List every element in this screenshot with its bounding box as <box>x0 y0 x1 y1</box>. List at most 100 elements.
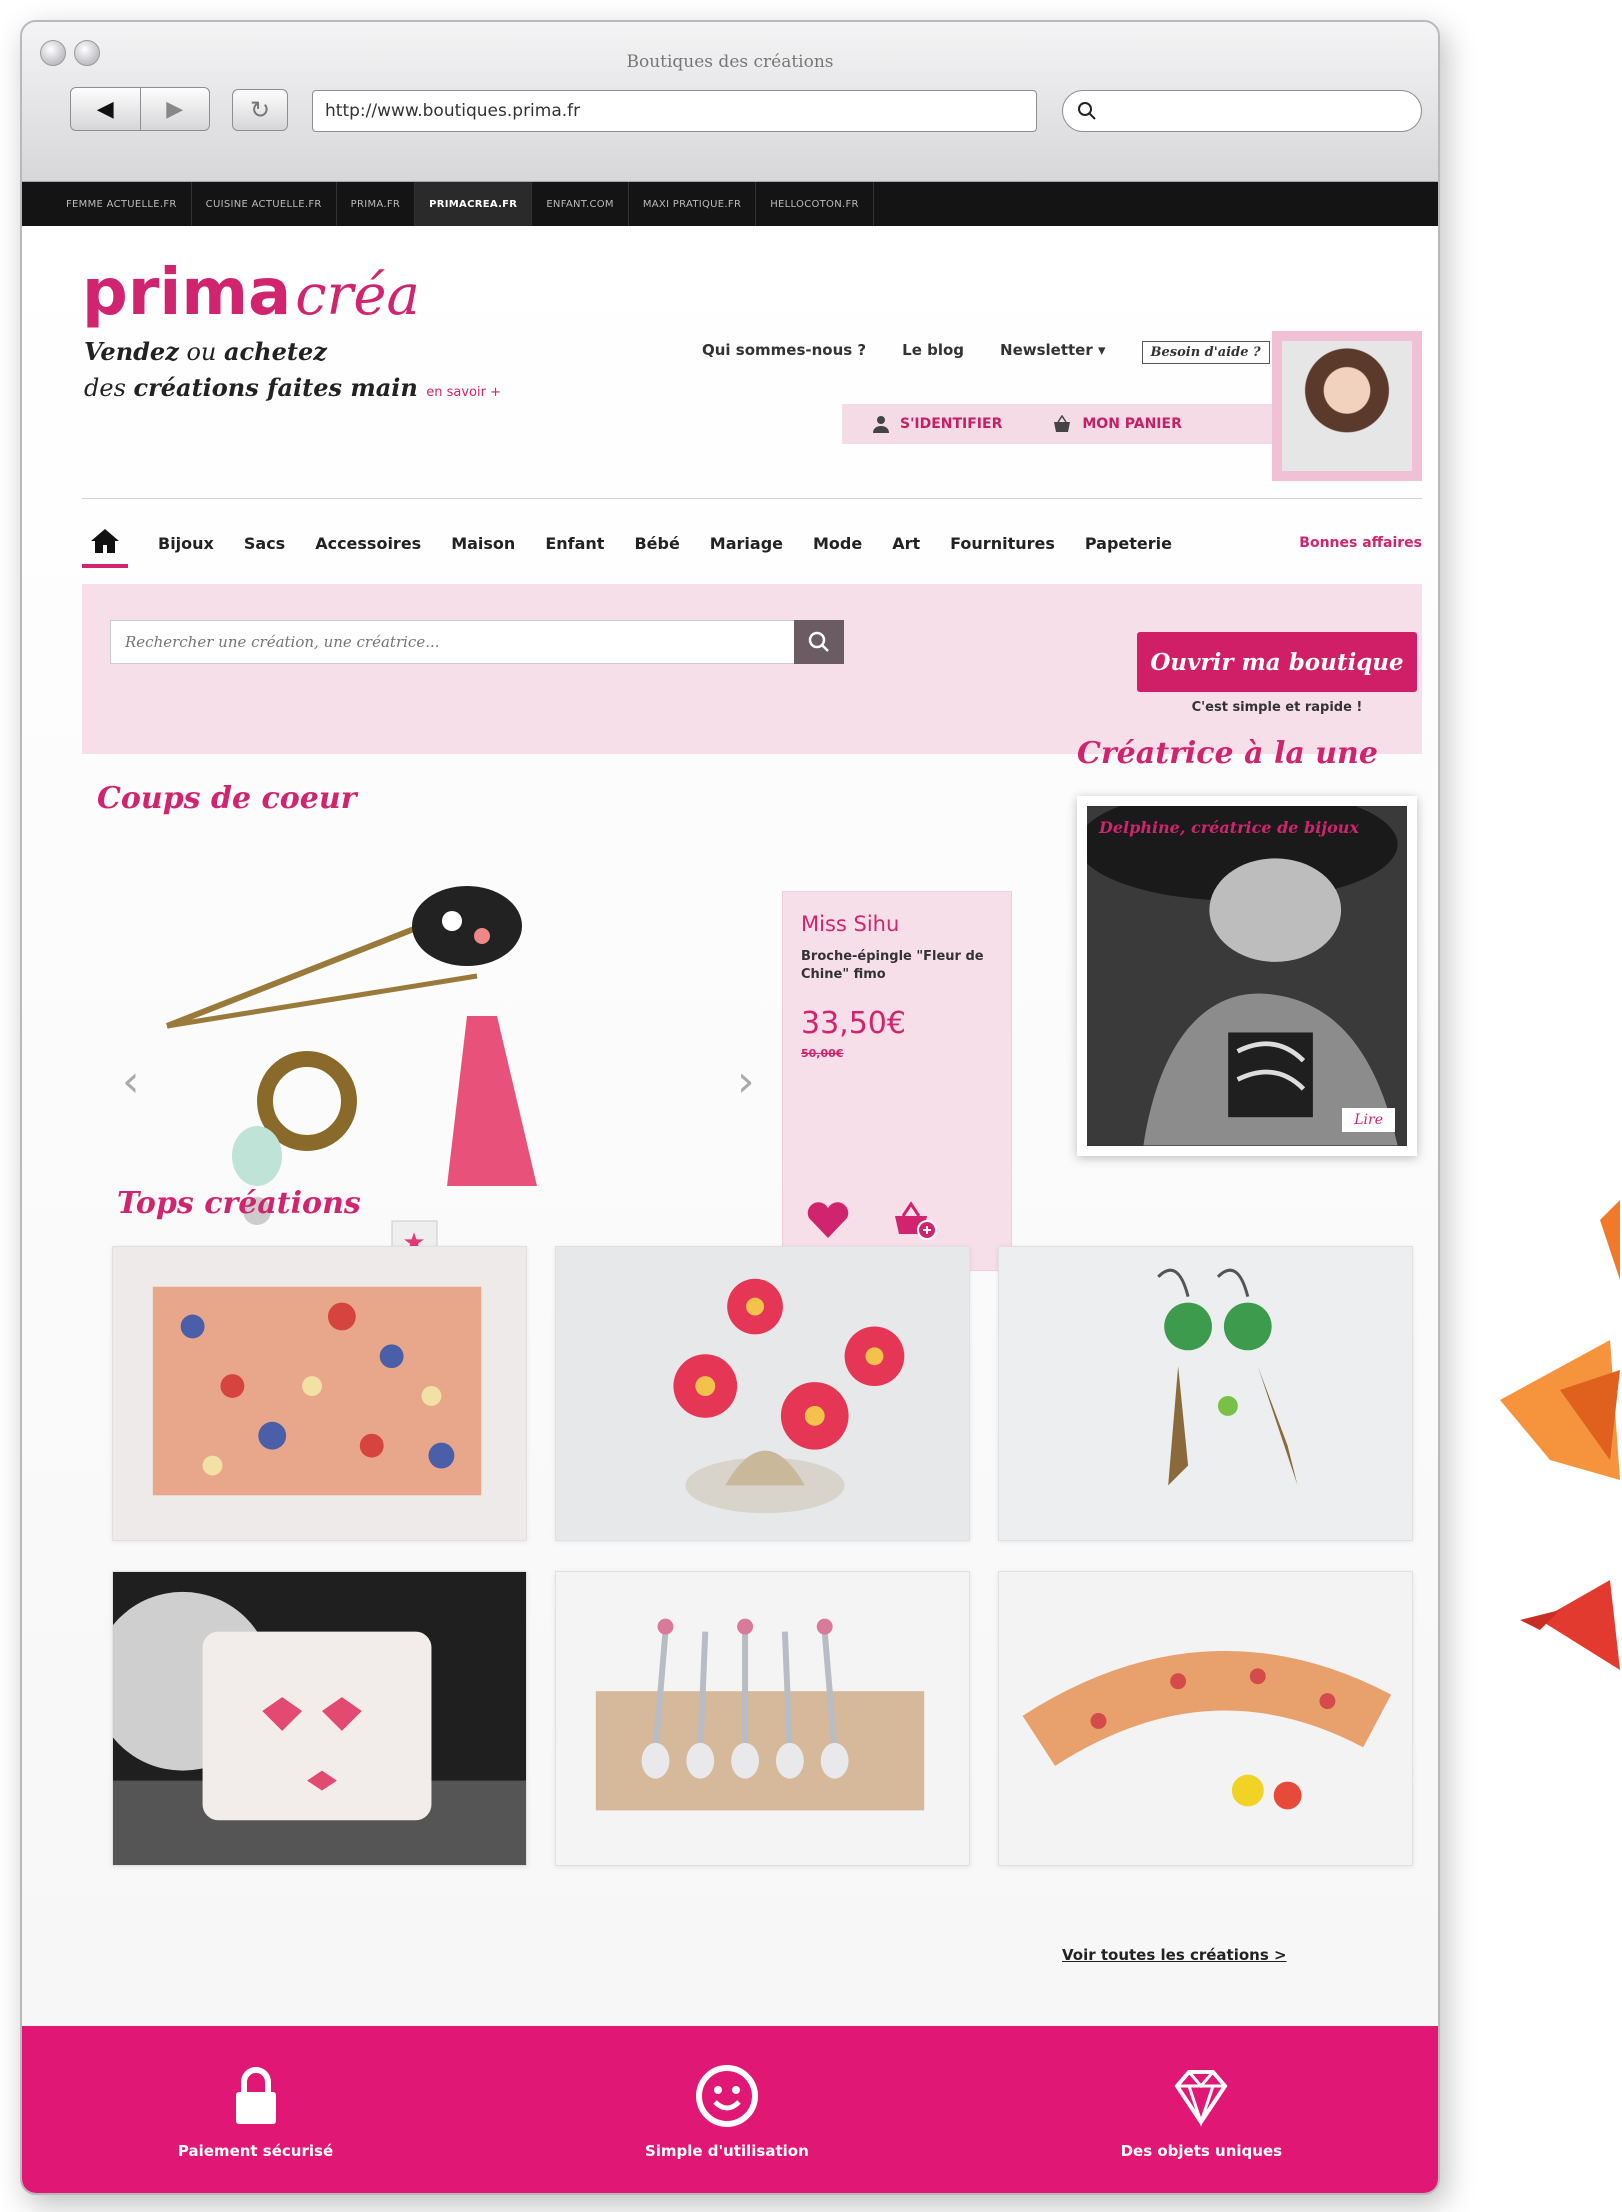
network-link-active[interactable]: PRIMACREA.FR <box>415 182 533 226</box>
home-icon <box>91 529 119 553</box>
network-link[interactable]: FEMME ACTUELLE.FR <box>52 182 192 226</box>
site-search-button[interactable] <box>794 620 844 664</box>
nav-accessoires[interactable]: Accessoires <box>315 534 421 553</box>
browser-search-field[interactable] <box>1062 90 1422 132</box>
product-tile-spoons[interactable] <box>555 1571 970 1866</box>
product-actions <box>805 1200 937 1240</box>
product-tile-cushion[interactable] <box>112 1571 527 1866</box>
product-tile-floral-pouch[interactable] <box>112 1246 527 1541</box>
creator-photo <box>1087 806 1407 1146</box>
back-arrow-icon[interactable]: ◀ <box>71 88 140 130</box>
browser-window: Boutiques des créations ◀ ▶ ↻ http://www… <box>20 20 1440 2195</box>
tagline-word: achetez <box>224 337 327 366</box>
home-button[interactable] <box>82 518 128 568</box>
product-card[interactable]: Miss Sihu Broche-épingle "Fleur de Chine… <box>782 891 1012 1271</box>
heart-icon[interactable] <box>805 1200 851 1240</box>
category-nav: Bijoux Sacs Accessoires Maison Enfant Bé… <box>82 518 1422 568</box>
network-link[interactable]: CUISINE ACTUELLE.FR <box>192 182 337 226</box>
diamond-icon <box>1174 2069 1228 2127</box>
tagline-word: des <box>84 374 134 402</box>
footer-label: Des objets uniques <box>1120 2141 1283 2160</box>
search-icon <box>808 631 829 652</box>
creatrice-title: Créatrice à la une <box>1077 736 1378 771</box>
search-icon <box>1078 102 1096 120</box>
nav-bebe[interactable]: Bébé <box>634 534 679 553</box>
product-tile-flower-pot[interactable] <box>555 1246 970 1541</box>
footer-label: Simple d'utilisation <box>644 2141 809 2160</box>
logo-crea: créa <box>295 263 420 328</box>
cart-label: MON PANIER <box>1082 416 1182 432</box>
account-bar: S'IDENTIFIER MON PANIER <box>842 404 1292 444</box>
footer-label: Paiement sécurisé <box>177 2141 334 2160</box>
user-icon <box>873 416 889 433</box>
site-search-input[interactable] <box>110 620 800 664</box>
nav-sacs[interactable]: Sacs <box>244 534 285 553</box>
network-link[interactable]: PRIMA.FR <box>337 182 416 226</box>
forward-arrow-icon[interactable]: ▶ <box>139 88 210 130</box>
network-link[interactable]: ENFANT.COM <box>532 182 629 226</box>
footer-easy-use: Simple d'utilisation <box>645 2064 809 2160</box>
login-button[interactable]: S'IDENTIFIER <box>872 415 1002 433</box>
network-link[interactable]: MAXI PRATIQUE.FR <box>629 182 757 226</box>
product-price: 33,50€ <box>801 1006 906 1041</box>
top-links: Qui sommes-nous ? Le blog Newsletter ▾ B… <box>702 341 1270 364</box>
lock-icon <box>235 2066 276 2124</box>
nav-papeterie[interactable]: Papeterie <box>1085 534 1172 553</box>
nav-maison[interactable]: Maison <box>451 534 515 553</box>
tagline-word: ou <box>178 338 224 366</box>
learn-more-link[interactable]: en savoir + <box>426 385 501 400</box>
featured-creator-card[interactable]: Delphine, créatrice de bijoux Lire <box>1077 796 1417 1156</box>
avatar <box>1272 331 1422 481</box>
nav-deals[interactable]: Bonnes affaires <box>1299 535 1422 551</box>
about-link[interactable]: Qui sommes-nous ? <box>702 341 866 364</box>
tops-title: Tops créations <box>117 1186 361 1221</box>
network-link[interactable]: HELLOCOTON.FR <box>756 182 874 226</box>
nav-bijoux[interactable]: Bijoux <box>158 534 214 553</box>
tops-grid <box>112 1246 1413 1866</box>
cart-button[interactable]: MON PANIER <box>1052 415 1182 433</box>
help-link[interactable]: Besoin d'aide ? <box>1141 341 1270 364</box>
reload-icon[interactable]: ↻ <box>232 89 288 131</box>
product-old-price: 50,00€ <box>801 1047 844 1060</box>
smiley-icon <box>695 2064 758 2127</box>
creator-caption: Delphine, créatrice de bijoux <box>1099 818 1359 837</box>
read-button[interactable]: Lire <box>1342 1108 1395 1132</box>
tagline: Vendez ou achetez des créations faites m… <box>84 334 604 411</box>
product-seller[interactable]: Miss Sihu <box>801 912 993 936</box>
footer-unique-items: Des objets uniques <box>1121 2064 1282 2160</box>
featured-product-image[interactable]: ★ <box>137 856 697 1296</box>
nav-mode[interactable]: Mode <box>813 534 862 553</box>
origami-crane-decoration <box>1500 1200 1620 1670</box>
tagline-word: créations faites main <box>133 373 418 402</box>
open-shop-button[interactable]: Ouvrir ma boutique <box>1137 632 1417 692</box>
browser-titlebar: Boutiques des créations ◀ ▶ ↻ http://www… <box>22 22 1438 182</box>
product-tile-bracelet[interactable] <box>998 1571 1413 1866</box>
nav-mariage[interactable]: Mariage <box>710 534 783 553</box>
blog-link[interactable]: Le blog <box>902 341 964 364</box>
divider <box>82 498 1422 499</box>
see-all-link[interactable]: Voir toutes les créations > <box>1062 1946 1287 1964</box>
chevron-right-icon[interactable]: › <box>737 1056 755 1107</box>
footer-features: Paiement sécurisé Simple d'utilisation D… <box>22 2026 1438 2193</box>
tagline-word: Vendez <box>84 337 179 366</box>
history-buttons: ◀ ▶ <box>70 87 210 131</box>
product-tile-earrings[interactable] <box>998 1246 1413 1541</box>
site-page: primacréa Vendez ou achetez des création… <box>22 226 1438 2193</box>
open-shop-subtitle: C'est simple et rapide ! <box>1191 700 1363 715</box>
basket-icon <box>1054 415 1071 432</box>
coups-de-coeur-title: Coups de coeur <box>97 781 357 816</box>
nav-art[interactable]: Art <box>892 534 920 553</box>
nav-fournitures[interactable]: Fournitures <box>950 534 1055 553</box>
product-name[interactable]: Broche-épingle "Fleur de Chine" fimo <box>801 948 993 984</box>
newsletter-dropdown[interactable]: Newsletter ▾ <box>1000 341 1106 364</box>
search-band: Ouvrir ma boutique C'est simple et rapid… <box>82 584 1422 754</box>
network-bar: FEMME ACTUELLE.FR CUISINE ACTUELLE.FR PR… <box>22 182 1438 226</box>
site-logo[interactable]: primacréa <box>82 256 420 330</box>
window-title: Boutiques des créations <box>626 52 834 72</box>
logo-prima: prima <box>82 256 292 330</box>
footer-secure-payment: Paiement sécurisé <box>178 2064 333 2160</box>
nav-enfant[interactable]: Enfant <box>545 534 604 553</box>
address-bar[interactable]: http://www.boutiques.prima.fr <box>312 90 1037 132</box>
add-to-basket-icon[interactable] <box>891 1200 937 1240</box>
login-label: S'IDENTIFIER <box>900 416 1003 432</box>
